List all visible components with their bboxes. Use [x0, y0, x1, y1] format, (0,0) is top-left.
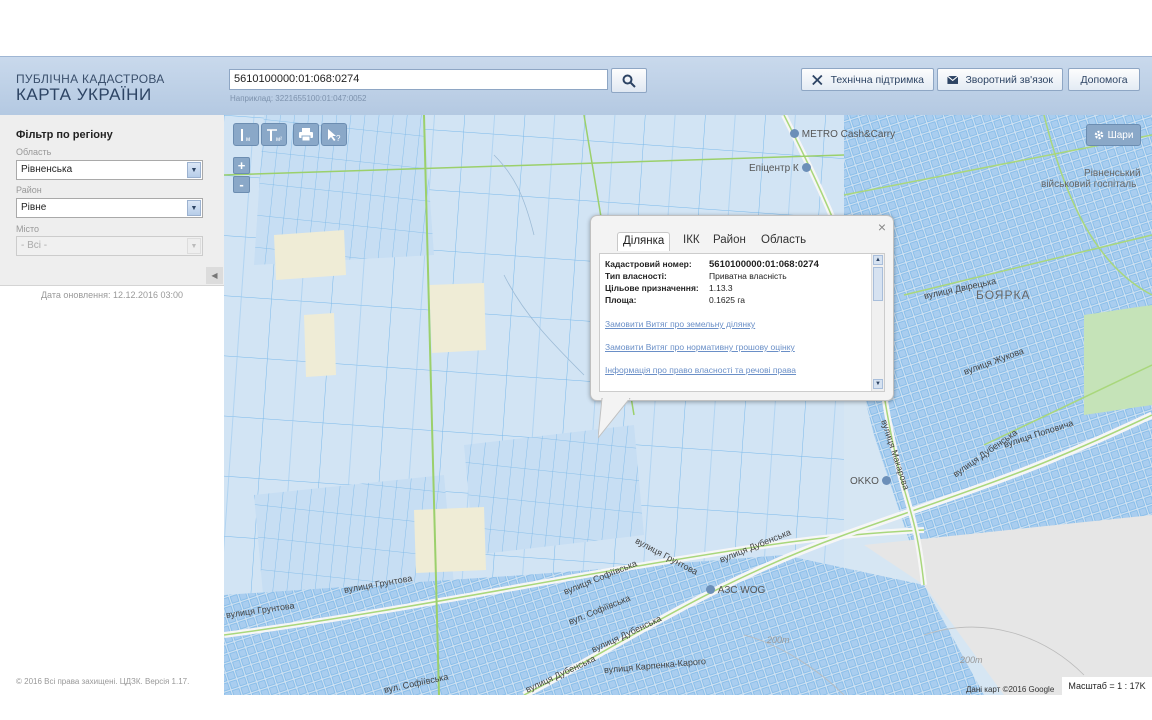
popup-scrollbar[interactable]: ▲ ▼	[871, 254, 884, 391]
layers-label: Шари	[1107, 129, 1134, 141]
poi-okko: OKKO	[850, 476, 891, 487]
poi-hospital-line2: військовий госпіталь	[1041, 179, 1137, 190]
logo-line1: ПУБЛІЧНА КАДАСТРОВА	[16, 72, 165, 86]
gas-station-icon	[881, 476, 891, 485]
area-icon: м²	[267, 128, 282, 142]
cadastral-value: 5610100000:01:068:0274	[709, 259, 819, 270]
city-select: - Всі - ▼	[16, 236, 203, 256]
contour-label: 200m	[767, 635, 790, 645]
region-select[interactable]: Рівненська ▼	[16, 160, 203, 180]
area-value: 0.1625 га	[709, 295, 746, 305]
contour-label: 200m	[960, 655, 983, 665]
scrollbar-thumb[interactable]	[873, 267, 883, 301]
help-button[interactable]: Допомога	[1068, 68, 1140, 91]
cadastral-row: Кадастровий номер: 5610100000:01:068:0274	[605, 259, 819, 270]
poi-epicentr-label: Епіцентр К	[749, 163, 799, 174]
region-value: Рівненська	[21, 164, 73, 175]
support-label: Технічна підтримка	[830, 73, 924, 86]
map-canvas[interactable]: м м² ? + - Шари METRO Cash&Carry Епіцент…	[224, 115, 1152, 695]
svg-text:м²: м²	[276, 137, 282, 142]
popup-body: Кадастровий номер: 5610100000:01:068:0274…	[599, 253, 885, 392]
copyright: © 2016 Всі права захищені. ЦДЗК. Версія …	[16, 677, 190, 686]
sidebar: Фільтр по регіону Область Рівненська ▼ Р…	[0, 115, 224, 695]
tab-region[interactable]: Область	[761, 234, 806, 246]
chevron-down-icon: ▼	[187, 200, 201, 216]
purpose-label: Цільове призначення:	[605, 283, 699, 293]
area-label: Площа:	[605, 295, 637, 305]
filter-title: Фільтр по регіону	[16, 129, 113, 141]
feedback-button[interactable]: Зворотний зв'язок	[937, 68, 1063, 91]
chevron-up-icon[interactable]: ▲	[873, 255, 883, 265]
search-example: Наприклад: 3221655100:01:047:0052	[230, 94, 367, 103]
parcel-info-popup: × Ділянка ІКК Район Область Кадастровий …	[590, 215, 894, 401]
ownership-label: Тип власності:	[605, 271, 667, 281]
chevron-down-icon: ▼	[187, 238, 201, 254]
poi-metro: METRO Cash&Carry	[790, 129, 895, 140]
district-value: Рівне	[21, 202, 47, 213]
ruler-icon: м	[241, 128, 250, 142]
region-filter: Фільтр по регіону Область Рівненська ▼ Р…	[0, 115, 224, 286]
svg-text:м: м	[246, 137, 250, 142]
order-parcel-extract-link[interactable]: Замовити Витяг про земельну ділянку	[605, 319, 755, 329]
area-row: Площа: 0.1625 га	[605, 295, 745, 305]
purpose-row: Цільове призначення: 1.13.3	[605, 283, 733, 293]
svg-text:?: ?	[336, 134, 341, 142]
region-label: Область	[16, 147, 52, 157]
popup-pointer	[598, 398, 631, 439]
close-icon[interactable]: ×	[878, 219, 886, 235]
tab-ikk[interactable]: ІКК	[683, 234, 700, 246]
help-label: Допомога	[1080, 73, 1128, 86]
print-button[interactable]	[293, 123, 319, 146]
poi-epicentr: Епіцентр К	[749, 163, 811, 174]
update-date: Дата оновлення: 12.12.2016 03:00	[40, 290, 184, 300]
district-select[interactable]: Рівне ▼	[16, 198, 203, 218]
identify-tool[interactable]: ?	[321, 123, 347, 146]
header: ПУБЛІЧНА КАДАСТРОВА КАРТА УКРАЇНИ 561010…	[0, 56, 1152, 116]
poi-azs-wog: АЗС WOG	[706, 585, 765, 596]
tab-parcel[interactable]: Ділянка	[617, 232, 671, 251]
search-button[interactable]	[611, 68, 647, 93]
chevron-down-icon: ▼	[187, 162, 201, 178]
ownership-row: Тип власності: Приватна власність	[605, 271, 787, 281]
logo-line2: КАРТА УКРАЇНИ	[16, 85, 152, 104]
shopping-icon	[801, 163, 811, 172]
tab-district[interactable]: Район	[713, 234, 746, 246]
tools-icon	[812, 74, 823, 85]
chevron-down-icon[interactable]: ▼	[873, 379, 883, 389]
measure-area-tool[interactable]: м²	[261, 123, 287, 146]
printer-icon	[299, 128, 313, 141]
ownership-value: Приватна власність	[709, 271, 787, 281]
cursor-question-icon: ?	[328, 128, 341, 142]
collapse-sidebar-button[interactable]: ◀	[206, 267, 223, 284]
measure-length-tool[interactable]: м	[233, 123, 259, 146]
support-button[interactable]: Технічна підтримка	[801, 68, 934, 91]
gas-station-icon	[706, 585, 715, 594]
order-valuation-extract-link[interactable]: Замовити Витяг про нормативну грошову оц…	[605, 342, 795, 352]
layers-button[interactable]: Шари	[1086, 124, 1141, 146]
poi-hospital-line1: Рівненський	[1084, 168, 1141, 179]
purpose-value: 1.13.3	[709, 283, 733, 293]
zoom-in-button[interactable]: +	[233, 157, 250, 174]
cadastral-label: Кадастровий номер:	[605, 259, 692, 269]
poi-metro-label: METRO Cash&Carry	[801, 129, 896, 140]
poi-azs-label: АЗС WOG	[717, 585, 766, 596]
ownership-info-link[interactable]: Інформація про право власності та речові…	[605, 365, 796, 375]
city-label: Місто	[16, 224, 40, 234]
zoom-out-button[interactable]: -	[233, 176, 250, 193]
map-layer	[224, 115, 1152, 695]
envelope-icon	[947, 75, 959, 84]
shopping-icon	[790, 129, 799, 138]
search-input[interactable]: 5610100000:01:068:0274	[229, 69, 608, 90]
city-value: - Всі -	[21, 240, 48, 251]
feedback-label: Зворотний зв'язок	[965, 73, 1053, 86]
district-label: Район	[16, 185, 42, 195]
poi-okko-label: OKKO	[850, 476, 879, 487]
map-scale: Масштаб = 1 : 17K	[1062, 677, 1152, 695]
search-icon	[622, 74, 636, 88]
gear-icon	[1094, 130, 1103, 140]
poi-boiarka: БОЯРКА	[976, 288, 1031, 302]
map-attribution: Дані карт ©2016 Google	[966, 685, 1055, 694]
